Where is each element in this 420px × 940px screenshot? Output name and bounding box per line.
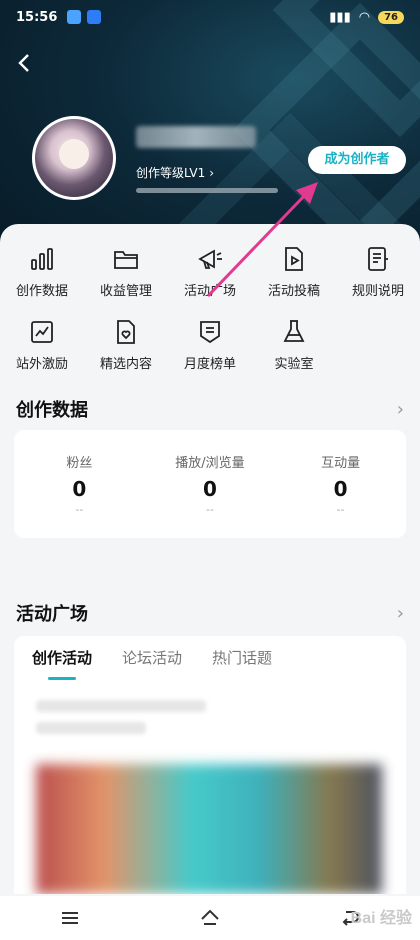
username-blurred	[136, 126, 256, 148]
grid-item-rules[interactable]: 规则说明	[336, 244, 420, 299]
bar-chart-icon	[27, 244, 57, 274]
stat-diff: --	[206, 503, 214, 516]
chevron-right-icon: ›	[209, 165, 215, 180]
stat-value: 0	[333, 477, 348, 501]
feature-grid: 创作数据 收益管理 活动广场 活动投稿 规则说明 站外激励 精选内容 月度榜单 …	[0, 224, 420, 372]
stat-diff: --	[336, 503, 345, 516]
section-title: 创作数据	[16, 400, 88, 421]
status-time: 15:56	[16, 9, 58, 25]
stat-fans[interactable]: 粉丝 0 --	[29, 452, 129, 516]
grid-item-label: 活动投稿	[267, 284, 320, 299]
grid-item-label: 实验室	[274, 357, 314, 372]
creator-level-text: 创作等级LV1	[136, 166, 206, 180]
menu-icon	[62, 912, 78, 924]
back-button[interactable]	[14, 52, 36, 74]
stat-label: 互动量	[321, 456, 361, 471]
menu-button[interactable]	[50, 902, 90, 934]
tab-hot-topics[interactable]: 热门话题	[212, 636, 272, 680]
grid-item-activity-submit[interactable]: 活动投稿	[252, 244, 336, 299]
chevron-right-icon[interactable]: ›	[397, 399, 404, 420]
grid-item-label: 站外激励	[15, 357, 68, 372]
grid-item-label: 精选内容	[99, 357, 152, 372]
stat-label: 粉丝	[66, 456, 93, 471]
back-arrow-icon	[18, 54, 29, 72]
profile-header: 15:56 ▮▮▮ ◠ 76 创作等级LV1 › 成为创作者	[0, 0, 420, 260]
grid-item-income[interactable]: 收益管理	[84, 244, 168, 299]
trend-icon	[27, 317, 57, 347]
stats-card: 粉丝 0 -- 播放/浏览量 0 -- 互动量 0 --	[14, 430, 406, 538]
app-notification-icon	[67, 10, 82, 24]
home-button[interactable]	[190, 902, 230, 934]
stat-label: 播放/浏览量	[175, 456, 245, 471]
megaphone-icon	[195, 244, 225, 274]
main-content: 创作数据 收益管理 活动广场 活动投稿 规则说明 站外激励 精选内容 月度榜单 …	[0, 224, 420, 896]
flask-icon	[279, 317, 309, 347]
grid-item-monthly-ranking[interactable]: 月度榜单	[168, 317, 252, 372]
tab-creation-activity[interactable]: 创作活动	[32, 636, 92, 680]
grid-item-creation-data[interactable]: 创作数据	[0, 244, 84, 299]
app-notification-icon	[87, 10, 102, 24]
activity-card[interactable]	[14, 680, 406, 894]
grid-item-label: 收益管理	[99, 284, 152, 299]
creator-level[interactable]: 创作等级LV1 ›	[136, 164, 214, 181]
doc-heart-icon	[111, 317, 141, 347]
grid-item-label: 活动广场	[183, 284, 236, 299]
watermark-logo: Bai 经验	[350, 910, 412, 927]
folder-icon	[111, 244, 141, 274]
ranking-badge-icon	[195, 317, 225, 347]
stat-value: 0	[203, 477, 217, 501]
stat-value: 0	[72, 477, 87, 501]
avatar[interactable]	[32, 116, 116, 200]
status-right: ▮▮▮ ◠ 76	[329, 10, 404, 25]
chevron-right-icon[interactable]: ›	[397, 603, 404, 624]
activity-banner-image	[36, 764, 382, 894]
grid-item-label: 规则说明	[351, 284, 404, 299]
blurred-text	[36, 700, 206, 712]
stat-views[interactable]: 播放/浏览量 0 --	[160, 452, 260, 516]
grid-item-featured[interactable]: 精选内容	[84, 317, 168, 372]
activity-tabs: 创作活动 论坛活动 热门话题	[14, 636, 406, 680]
grid-item-offsite-incentive[interactable]: 站外激励	[0, 317, 84, 372]
level-progress-bar	[136, 188, 278, 193]
rules-doc-icon	[363, 244, 393, 274]
tab-forum-activity[interactable]: 论坛活动	[122, 636, 182, 680]
battery-indicator: 76	[378, 10, 404, 24]
status-bar: 15:56 ▮▮▮ ◠ 76	[0, 0, 420, 34]
grid-item-label: 月度榜单	[183, 357, 236, 372]
grid-item-lab[interactable]: 实验室	[252, 317, 336, 372]
home-icon	[201, 909, 219, 925]
signal-icon: ▮▮▮	[329, 9, 351, 25]
grid-item-activity-square[interactable]: 活动广场	[168, 244, 252, 299]
wifi-icon: ◠	[358, 9, 371, 25]
grid-item-label: 创作数据	[15, 284, 68, 299]
stat-diff: --	[75, 503, 84, 516]
section-title: 活动广场	[16, 604, 88, 625]
become-creator-button[interactable]: 成为创作者	[308, 146, 406, 174]
video-doc-icon	[279, 244, 309, 274]
stat-interactions[interactable]: 互动量 0 --	[291, 452, 391, 516]
blurred-text	[36, 722, 146, 734]
creation-data-header[interactable]: 创作数据 ›	[0, 394, 420, 424]
activity-header[interactable]: 活动广场 ›	[0, 598, 420, 628]
